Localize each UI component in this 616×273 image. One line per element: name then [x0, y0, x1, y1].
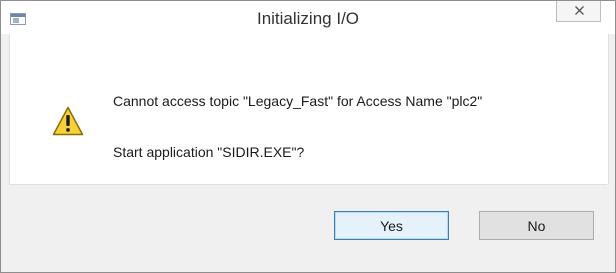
- yes-button[interactable]: Yes: [334, 211, 449, 240]
- title-bar[interactable]: Initializing I/O: [1, 1, 615, 34]
- no-button[interactable]: No: [479, 211, 594, 240]
- close-icon: [575, 6, 584, 15]
- message-area: Cannot access topic "Legacy_Fast" for Ac…: [9, 34, 609, 184]
- warning-icon: [52, 106, 84, 136]
- message-line-1: Cannot access topic "Legacy_Fast" for Ac…: [113, 93, 483, 109]
- message-dialog: Initializing I/O Cannot access topic "Le…: [0, 0, 616, 273]
- window-title: Initializing I/O: [256, 9, 360, 28]
- button-bar: Yes No: [9, 184, 607, 265]
- message-line-2: Start application "SIDIR.EXE"?: [113, 144, 305, 160]
- close-button[interactable]: [556, 1, 601, 22]
